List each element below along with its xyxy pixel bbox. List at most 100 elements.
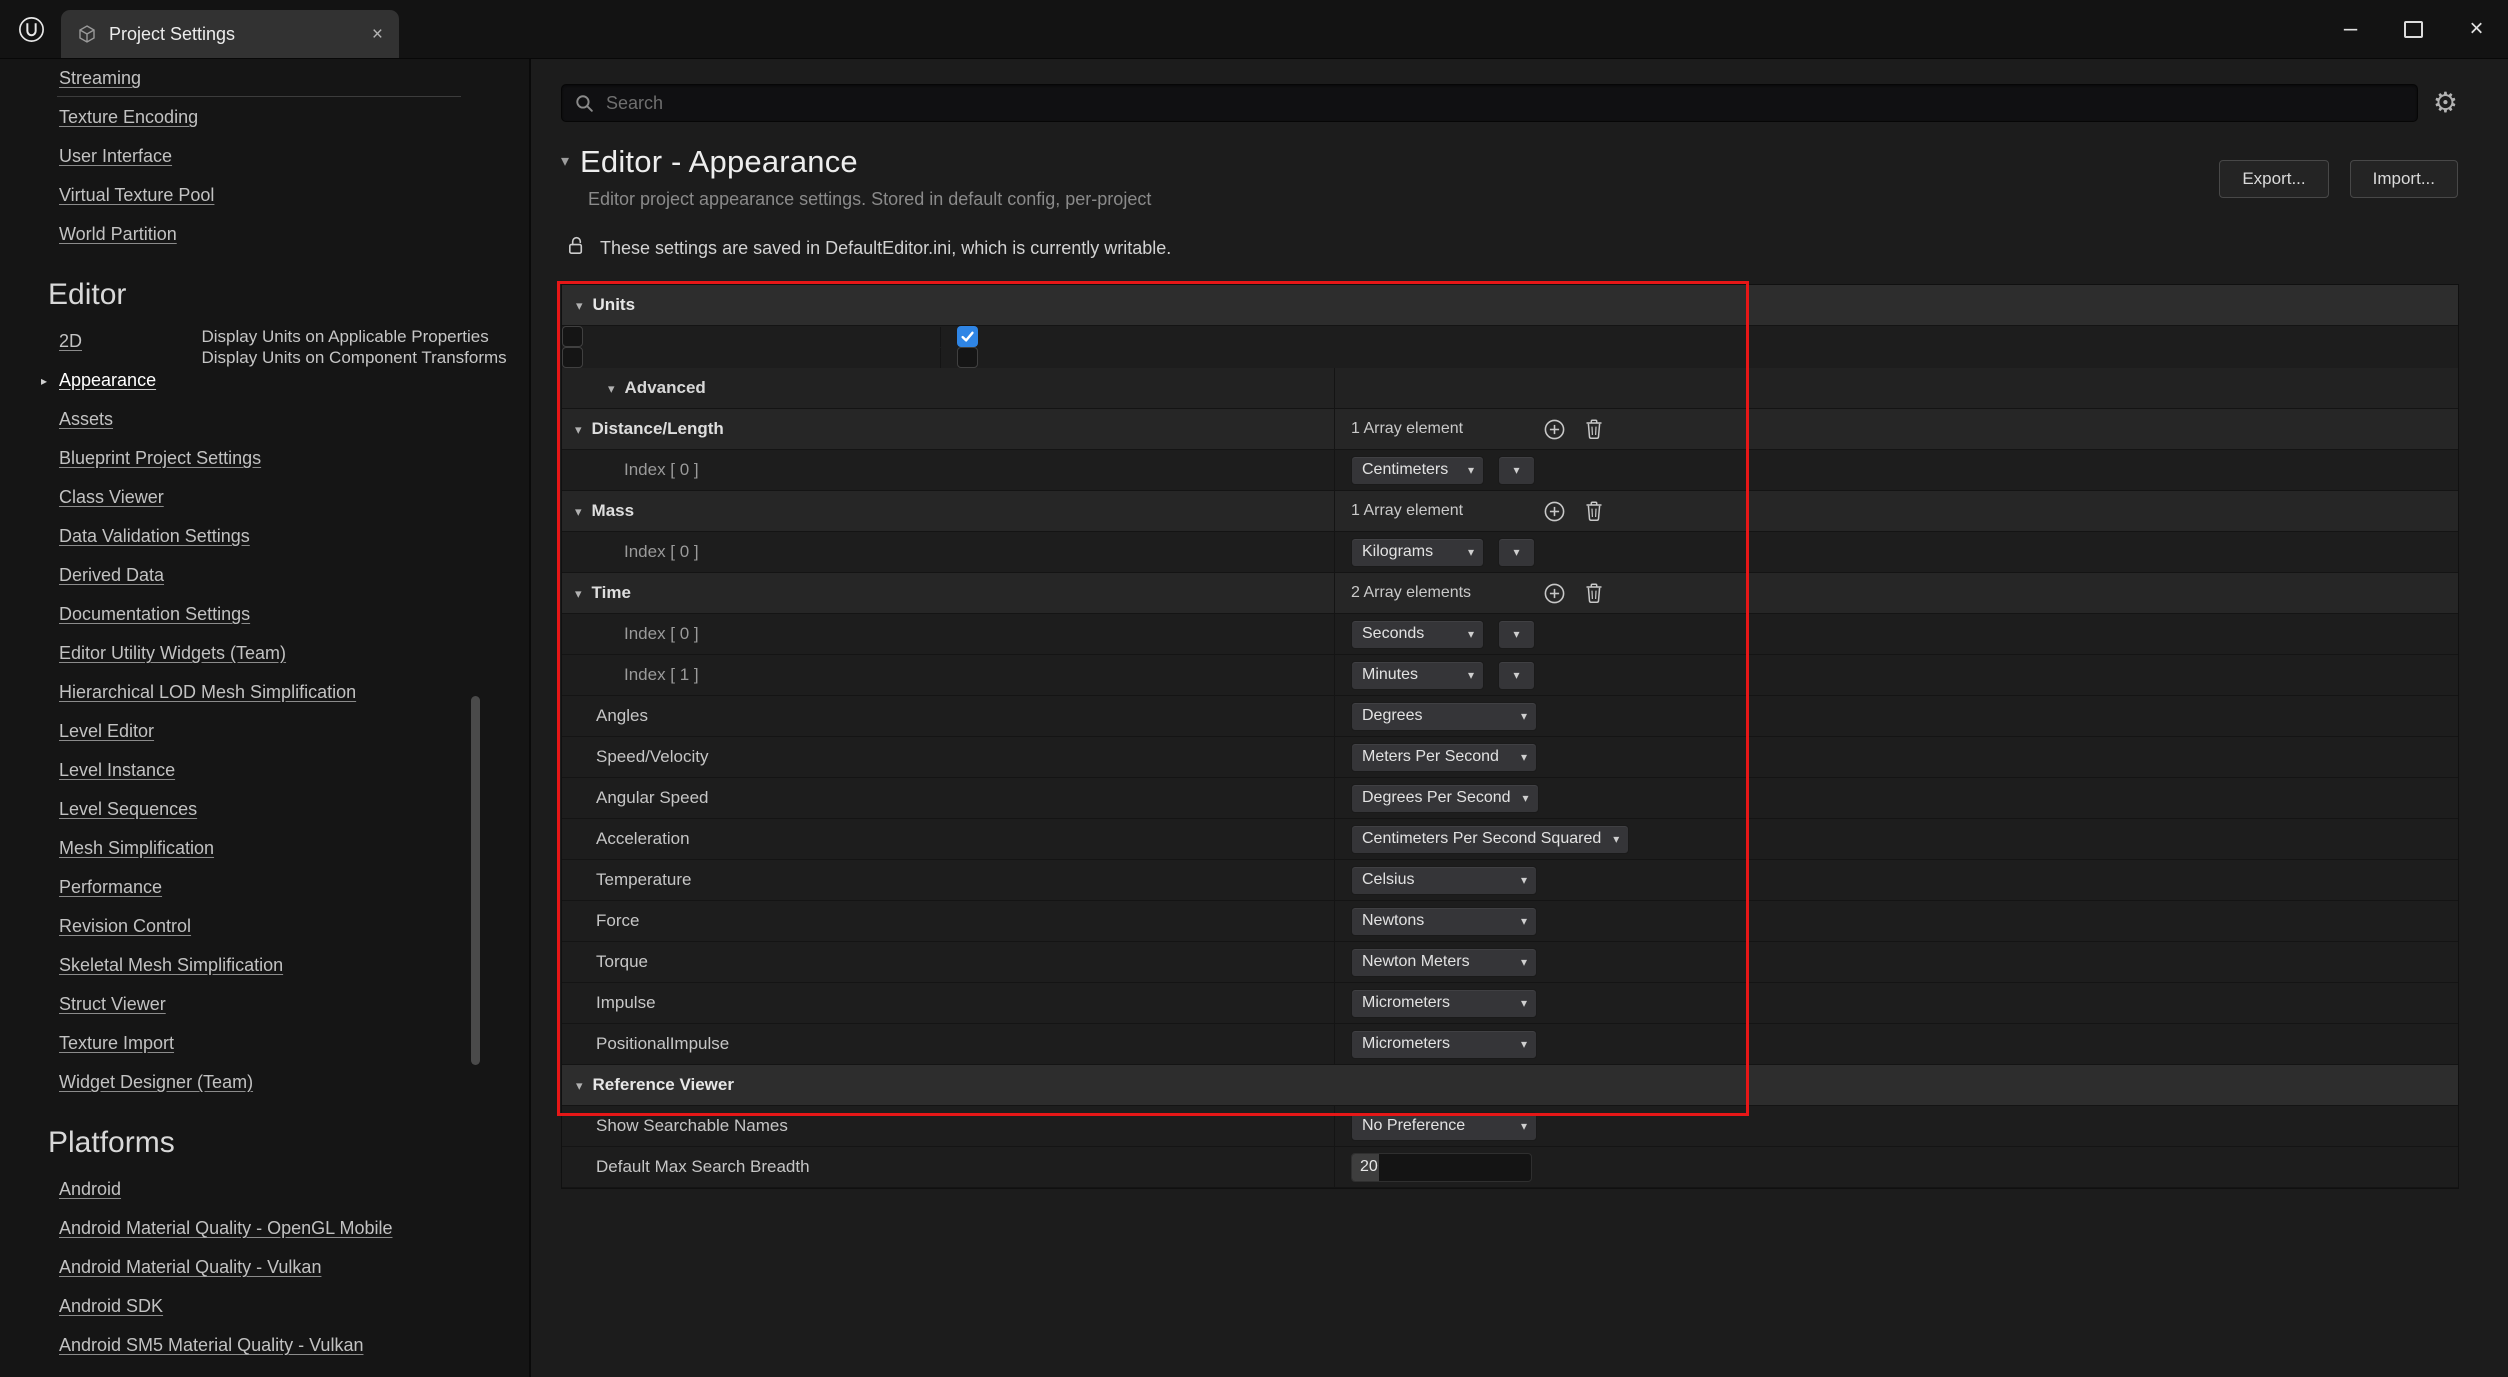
collapse-arrow-icon[interactable]: ▾ bbox=[608, 382, 615, 395]
sidebar-item-android[interactable]: Android bbox=[59, 1170, 529, 1209]
sidebar-item-android-material-quality-opengl-mobile[interactable]: Android Material Quality - OpenGL Mobile bbox=[59, 1209, 529, 1248]
sidebar-item-documentation-settings[interactable]: Documentation Settings bbox=[59, 595, 529, 634]
sidebar-item-android-material-quality-vulkan[interactable]: Android Material Quality - Vulkan bbox=[59, 1248, 529, 1287]
sidebar-item-revision-control[interactable]: Revision Control bbox=[59, 907, 529, 946]
sidebar-item-android-sm5-material-quality-vulkan[interactable]: Android SM5 Material Quality - Vulkan bbox=[59, 1326, 529, 1365]
setting-label: Torque bbox=[596, 952, 648, 972]
add-array-element-icon[interactable] bbox=[1541, 498, 1567, 524]
sidebar-item-label: Android Material Quality - Vulkan bbox=[59, 1257, 321, 1278]
search-row: ⚙ bbox=[561, 84, 2458, 122]
checkbox-display-units-on-component-transforms[interactable] bbox=[957, 347, 978, 368]
delete-array-elements-icon[interactable] bbox=[1581, 580, 1607, 606]
sidebar-item-texture-encoding[interactable]: Texture Encoding bbox=[59, 98, 529, 137]
view-options-gear-icon[interactable]: ⚙ bbox=[2433, 89, 2458, 117]
dropdown-kilograms[interactable]: Kilograms▾ bbox=[1351, 538, 1484, 567]
sidebar-item-level-instance[interactable]: Level Instance bbox=[59, 751, 529, 790]
sidebar-item-level-sequences[interactable]: Level Sequences bbox=[59, 790, 529, 829]
dropdown-centimeters[interactable]: Centimeters▾ bbox=[1351, 456, 1484, 485]
sidebar-item-struct-viewer[interactable]: Struct Viewer bbox=[59, 985, 529, 1024]
delete-array-elements-icon[interactable] bbox=[1581, 416, 1607, 442]
collapse-arrow-icon[interactable]: ▾ bbox=[576, 299, 583, 312]
sidebar-item-streaming[interactable]: Streaming bbox=[59, 59, 529, 98]
sidebar-item-editor-utility-widgets-team[interactable]: Editor Utility Widgets (Team) bbox=[59, 634, 529, 673]
dropdown-centimeters-per-second-squared[interactable]: Centimeters Per Second Squared▾ bbox=[1351, 825, 1629, 854]
dropdown-degrees[interactable]: Degrees▾ bbox=[1351, 702, 1537, 731]
import-button[interactable]: Import... bbox=[2350, 160, 2458, 198]
close-button[interactable]: × bbox=[2445, 0, 2508, 58]
setting-label: Units bbox=[593, 295, 636, 315]
collapse-arrow-icon[interactable]: ▾ bbox=[575, 423, 582, 436]
dropdown-newton-meters[interactable]: Newton Meters▾ bbox=[1351, 948, 1537, 977]
collapse-arrow-icon[interactable]: ▾ bbox=[576, 1079, 583, 1092]
sidebar-item-blueprint-project-settings[interactable]: Blueprint Project Settings bbox=[59, 439, 529, 478]
sidebar-item-performance[interactable]: Performance bbox=[59, 868, 529, 907]
dropdown-meters-per-second[interactable]: Meters Per Second▾ bbox=[1351, 743, 1537, 772]
dropdown-seconds[interactable]: Seconds▾ bbox=[1351, 620, 1484, 649]
setting-label-cell: Acceleration bbox=[562, 819, 1335, 859]
sidebar-scrollbar-thumb[interactable] bbox=[471, 696, 480, 1065]
sidebar-item-virtual-texture-pool[interactable]: Virtual Texture Pool bbox=[59, 176, 529, 215]
checkbox-display-units-on-applicable-properties[interactable] bbox=[957, 326, 978, 347]
chevron-down-icon: ▾ bbox=[1521, 997, 1527, 1009]
dropdown-degrees-per-second[interactable]: Degrees Per Second▾ bbox=[1351, 784, 1539, 813]
sidebar-item-skeletal-mesh-simplification[interactable]: Skeletal Mesh Simplification bbox=[59, 946, 529, 985]
setting-label-cell: Default Max Search Breadth bbox=[562, 1147, 1335, 1187]
setting-label-cell: Show Searchable Names bbox=[562, 1106, 1335, 1146]
dropdown-no-preference[interactable]: No Preference▾ bbox=[1351, 1112, 1537, 1141]
sidebar-item-android-sdk[interactable]: Android SDK bbox=[59, 1287, 529, 1326]
sidebar-item-texture-import[interactable]: Texture Import bbox=[59, 1024, 529, 1063]
setting-value-cell bbox=[941, 326, 978, 347]
sidebar-item-label: 2D bbox=[59, 331, 82, 352]
minimize-button[interactable]: – bbox=[2319, 0, 2382, 58]
sidebar-item-widget-designer-team[interactable]: Widget Designer (Team) bbox=[59, 1063, 529, 1102]
tab-close-icon[interactable]: × bbox=[372, 25, 383, 44]
sidebar-item-assets[interactable]: Assets bbox=[59, 400, 529, 439]
element-options-dropdown[interactable]: ▾ bbox=[1498, 620, 1535, 649]
sidebar-item-hierarchical-lod-mesh-simplification[interactable]: Hierarchical LOD Mesh Simplification bbox=[59, 673, 529, 712]
window-controls: – × bbox=[2319, 0, 2508, 58]
sidebar-item-world-partition[interactable]: World Partition bbox=[59, 215, 529, 254]
element-options-dropdown[interactable]: ▾ bbox=[1498, 661, 1535, 690]
collapse-arrow-icon[interactable]: ▾ bbox=[575, 587, 582, 600]
maximize-icon bbox=[2404, 21, 2423, 38]
dropdown-newtons[interactable]: Newtons▾ bbox=[1351, 907, 1537, 936]
dropdown-micrometers[interactable]: Micrometers▾ bbox=[1351, 1030, 1537, 1059]
dropdown-value: Seconds bbox=[1362, 625, 1424, 643]
settings-row-force: ForceNewtons▾ bbox=[562, 901, 2458, 942]
collapse-arrow-icon[interactable]: ▾ bbox=[575, 505, 582, 518]
setting-label-cell: Display Units on Applicable Properties bbox=[168, 327, 941, 347]
sidebar-item-label: Editor Utility Widgets (Team) bbox=[59, 643, 286, 664]
export-button[interactable]: Export... bbox=[2219, 160, 2328, 198]
collapse-arrow-icon[interactable]: ▾ bbox=[561, 154, 569, 170]
tab-project-settings[interactable]: Project Settings × bbox=[61, 10, 399, 58]
settings-row-speed-velocity: Speed/VelocityMeters Per Second▾ bbox=[562, 737, 2458, 778]
element-options-dropdown[interactable]: ▾ bbox=[1498, 456, 1535, 485]
setting-label-cell: Index [ 0 ] bbox=[562, 532, 1335, 572]
sidebar-item-derived-data[interactable]: Derived Data bbox=[59, 556, 529, 595]
dropdown-micrometers[interactable]: Micrometers▾ bbox=[1351, 989, 1537, 1018]
sidebar-item-level-editor[interactable]: Level Editor bbox=[59, 712, 529, 751]
dropdown-minutes[interactable]: Minutes▾ bbox=[1351, 661, 1484, 690]
add-array-element-icon[interactable] bbox=[1541, 416, 1567, 442]
sidebar-item-class-viewer[interactable]: Class Viewer bbox=[59, 478, 529, 517]
setting-value-cell: Micrometers▾ bbox=[1335, 983, 2458, 1023]
dropdown-celsius[interactable]: Celsius▾ bbox=[1351, 866, 1537, 895]
setting-value-cell: 1 Array element bbox=[1335, 409, 2458, 449]
number-input-default-max-search-breadth[interactable]: 20 bbox=[1351, 1153, 1532, 1182]
sidebar-item-data-validation-settings[interactable]: Data Validation Settings bbox=[59, 517, 529, 556]
search-box[interactable] bbox=[561, 84, 2418, 122]
sidebar-item-label: Performance bbox=[59, 877, 162, 898]
add-array-element-icon[interactable] bbox=[1541, 580, 1567, 606]
unreal-engine-logo-icon[interactable] bbox=[18, 16, 45, 43]
element-options-dropdown[interactable]: ▾ bbox=[1498, 538, 1535, 567]
setting-label-cell: Index [ 1 ] bbox=[562, 655, 1335, 695]
sidebar-item-label: Level Editor bbox=[59, 721, 154, 742]
setting-label: Acceleration bbox=[596, 829, 690, 849]
dropdown-value: Minutes bbox=[1362, 666, 1418, 684]
maximize-button[interactable] bbox=[2382, 0, 2445, 58]
sidebar-item-user-interface[interactable]: User Interface bbox=[59, 137, 529, 176]
delete-array-elements-icon[interactable] bbox=[1581, 498, 1607, 524]
sidebar-item-label: Streaming bbox=[59, 68, 141, 89]
search-input[interactable] bbox=[604, 92, 2405, 115]
sidebar-item-mesh-simplification[interactable]: Mesh Simplification bbox=[59, 829, 529, 868]
